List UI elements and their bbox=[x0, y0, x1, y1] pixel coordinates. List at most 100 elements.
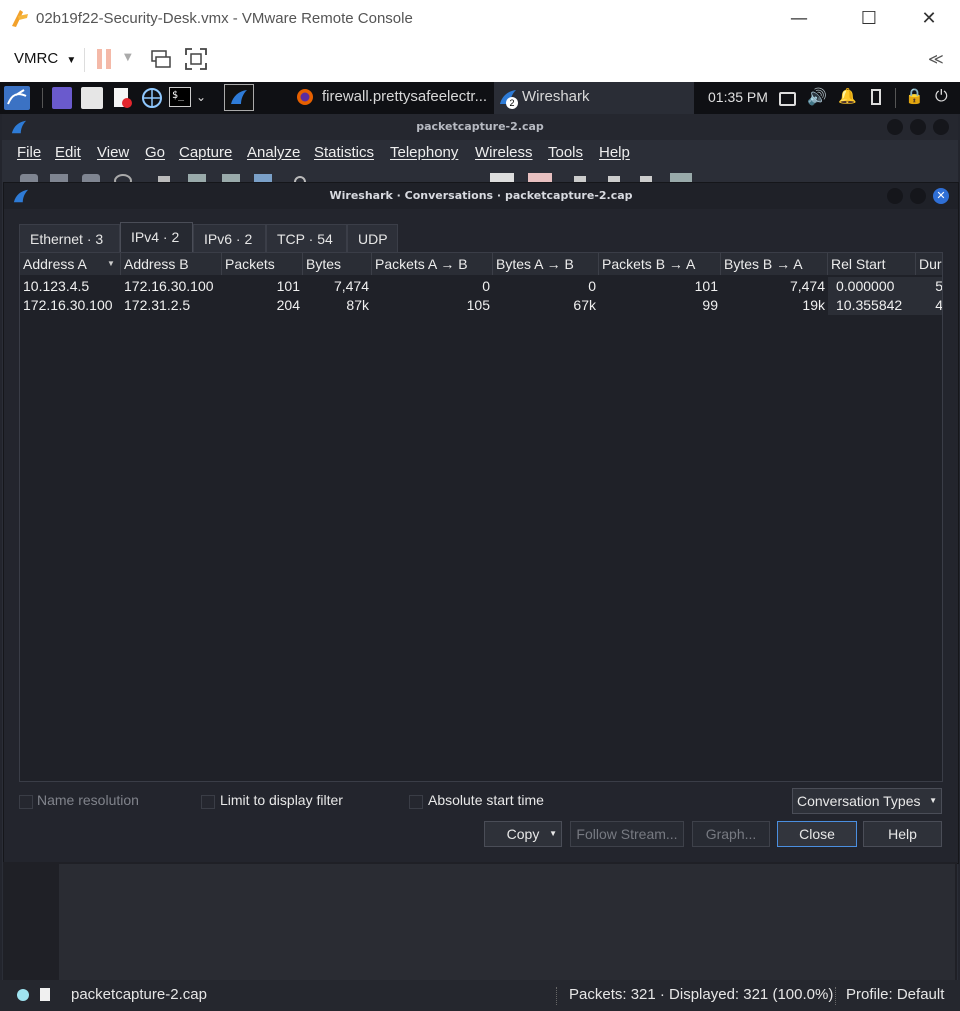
volume-icon[interactable]: 🔊 bbox=[807, 87, 827, 106]
menu-tools[interactable]: Tools bbox=[548, 144, 583, 161]
wireshark-window-title: packetcapture-2.cap bbox=[416, 120, 544, 133]
menu-capture[interactable]: Capture bbox=[179, 144, 232, 161]
cell-packets-a-b: 105 bbox=[466, 297, 490, 313]
window-count-badge: 2 bbox=[506, 97, 518, 109]
menu-go[interactable]: Go bbox=[145, 144, 165, 161]
copy-dropdown-icon: ▼ bbox=[549, 829, 557, 838]
dropdown-arrow-icon: ▼ bbox=[929, 796, 937, 805]
expert-info-icon[interactable] bbox=[17, 989, 29, 1001]
copy-button-label: Copy bbox=[506, 826, 540, 842]
col-bytes-a-b[interactable]: Bytes A → B bbox=[493, 253, 599, 275]
menu-wireless[interactable]: Wireless bbox=[475, 144, 533, 161]
collapse-toolbar-icon[interactable]: ≪ bbox=[928, 50, 944, 68]
col-rel-start[interactable]: Rel Start bbox=[828, 253, 916, 275]
name-resolution-checkbox[interactable] bbox=[19, 795, 33, 809]
display-icon[interactable] bbox=[779, 92, 796, 106]
cell-address-a: 10.123.4.5 bbox=[23, 278, 90, 294]
table-header: Address A ▼ Address B Packets Bytes Pack… bbox=[20, 253, 942, 275]
window-title: 02b19f22-Security-Desk.vmx - VMware Remo… bbox=[36, 10, 413, 27]
absolute-start-time-checkbox[interactable] bbox=[409, 795, 423, 809]
col-bytes[interactable]: Bytes bbox=[303, 253, 372, 275]
cell-packets-a-b: 0 bbox=[482, 278, 490, 294]
cell-address-b: 172.16.30.100 bbox=[124, 278, 214, 294]
tab-tcp[interactable]: TCP · 54 bbox=[266, 224, 347, 252]
notifications-icon[interactable]: 🔔 bbox=[838, 87, 857, 105]
clock[interactable]: 01:35 PM bbox=[708, 82, 768, 112]
table-row[interactable]: 10.123.4.5 172.16.30.100 101 7,474 0 0 1… bbox=[20, 277, 942, 296]
limit-display-filter-checkbox[interactable] bbox=[201, 795, 215, 809]
follow-stream-button[interactable]: Follow Stream... bbox=[570, 821, 684, 847]
vmrc-toolbar: VMRC ▼ ▼ ≪ bbox=[0, 38, 960, 83]
terminal-dropdown-icon[interactable]: ⌄ bbox=[196, 90, 206, 104]
conversation-types-button[interactable]: Conversation Types ▼ bbox=[792, 788, 942, 814]
cell-bytes: 87k bbox=[346, 297, 369, 313]
minimize-button[interactable] bbox=[887, 119, 903, 135]
name-resolution-label: Name resolution bbox=[37, 792, 139, 808]
power-dropdown-icon[interactable]: ▼ bbox=[124, 52, 132, 63]
conversation-types-label: Conversation Types bbox=[797, 793, 921, 809]
battery-icon[interactable] bbox=[871, 89, 881, 105]
col-duration[interactable]: Dur bbox=[916, 253, 942, 275]
kali-menu-icon[interactable] bbox=[4, 86, 30, 110]
taskbar-firefox[interactable]: firewall.prettysafeelectr... bbox=[292, 82, 494, 114]
pause-icon[interactable] bbox=[97, 49, 113, 69]
tab-ipv4[interactable]: IPv4 · 2 bbox=[120, 222, 193, 252]
power-menu-icon[interactable]: ⏻ bbox=[935, 86, 948, 106]
col-packets[interactable]: Packets bbox=[222, 253, 303, 275]
col-packets-a-b[interactable]: Packets A → B bbox=[372, 253, 493, 275]
send-ctrl-alt-del-icon[interactable] bbox=[149, 48, 171, 70]
sort-desc-icon: ▼ bbox=[107, 259, 115, 268]
status-packet-count: Packets: 321 · Displayed: 321 (100.0%) bbox=[569, 986, 834, 1003]
menu-view[interactable]: View bbox=[97, 144, 129, 161]
terminal-icon[interactable]: $_ bbox=[169, 87, 191, 107]
tab-udp[interactable]: UDP bbox=[347, 224, 398, 252]
cell-address-b: 172.31.2.5 bbox=[124, 297, 191, 313]
taskbar-wireshark[interactable]: 2 Wireshark bbox=[494, 82, 694, 114]
firefox-icon bbox=[297, 89, 313, 105]
browser-icon[interactable] bbox=[141, 87, 163, 109]
col-address-b[interactable]: Address B bbox=[121, 253, 222, 275]
col-packets-b-a[interactable]: Packets B → A bbox=[599, 253, 721, 275]
copy-button[interactable]: Copy ▼ bbox=[484, 821, 562, 847]
dialog-minimize-button[interactable] bbox=[887, 188, 903, 204]
dialog-maximize-button[interactable] bbox=[910, 188, 926, 204]
wireshark-workspace-icon bbox=[231, 90, 247, 104]
cell-rel-start: 10.355842 bbox=[828, 296, 916, 315]
conversations-table[interactable]: Address A ▼ Address B Packets Bytes Pack… bbox=[19, 252, 943, 782]
fullscreen-icon[interactable] bbox=[184, 47, 208, 71]
maximize-button[interactable] bbox=[910, 119, 926, 135]
packet-bytes-content bbox=[59, 864, 955, 980]
table-row[interactable]: 172.16.30.100 172.31.2.5 204 87k 105 67k… bbox=[20, 296, 942, 315]
menu-statistics[interactable]: Statistics bbox=[314, 144, 374, 161]
maximize-button[interactable]: ☐ bbox=[846, 0, 892, 38]
tab-ethernet[interactable]: Ethernet · 3 bbox=[19, 224, 120, 252]
menu-telephony[interactable]: Telephony bbox=[390, 144, 458, 161]
help-button[interactable]: Help bbox=[863, 821, 942, 847]
vmrc-menu-label: VMRC bbox=[14, 50, 59, 67]
dialog-close-button[interactable]: ✕ bbox=[933, 188, 949, 204]
cell-packets: 204 bbox=[276, 297, 300, 313]
menu-help[interactable]: Help bbox=[599, 144, 630, 161]
workspace-switcher[interactable] bbox=[224, 84, 254, 111]
menu-analyze[interactable]: Analyze bbox=[247, 144, 300, 161]
menu-file[interactable]: File bbox=[17, 144, 41, 161]
close-window-button[interactable]: ✕ bbox=[906, 0, 952, 38]
col-address-a[interactable]: Address A ▼ bbox=[20, 253, 121, 275]
file-manager-icon[interactable] bbox=[81, 87, 103, 109]
conversations-dialog: Wireshark · Conversations · packetcaptur… bbox=[3, 182, 959, 864]
status-file-name: packetcapture-2.cap bbox=[71, 986, 207, 1003]
menu-edit[interactable]: Edit bbox=[55, 144, 81, 161]
capture-comment-icon[interactable] bbox=[40, 988, 50, 1001]
cell-bytes-b-a: 7,474 bbox=[789, 278, 825, 294]
show-desktop-icon[interactable] bbox=[52, 87, 72, 109]
col-bytes-b-a[interactable]: Bytes B → A bbox=[721, 253, 828, 275]
text-editor-icon[interactable] bbox=[112, 87, 134, 109]
graph-button[interactable]: Graph... bbox=[692, 821, 770, 847]
minimize-button[interactable]: — bbox=[776, 0, 822, 38]
vmrc-menu-button[interactable]: VMRC ▼ bbox=[14, 50, 76, 67]
lock-screen-icon[interactable]: 🔒 bbox=[905, 87, 924, 105]
close-dialog-button[interactable]: Close bbox=[777, 821, 857, 847]
close-button[interactable] bbox=[933, 119, 949, 135]
tab-ipv6[interactable]: IPv6 · 2 bbox=[193, 224, 266, 252]
status-profile[interactable]: Profile: Default bbox=[846, 986, 944, 1003]
